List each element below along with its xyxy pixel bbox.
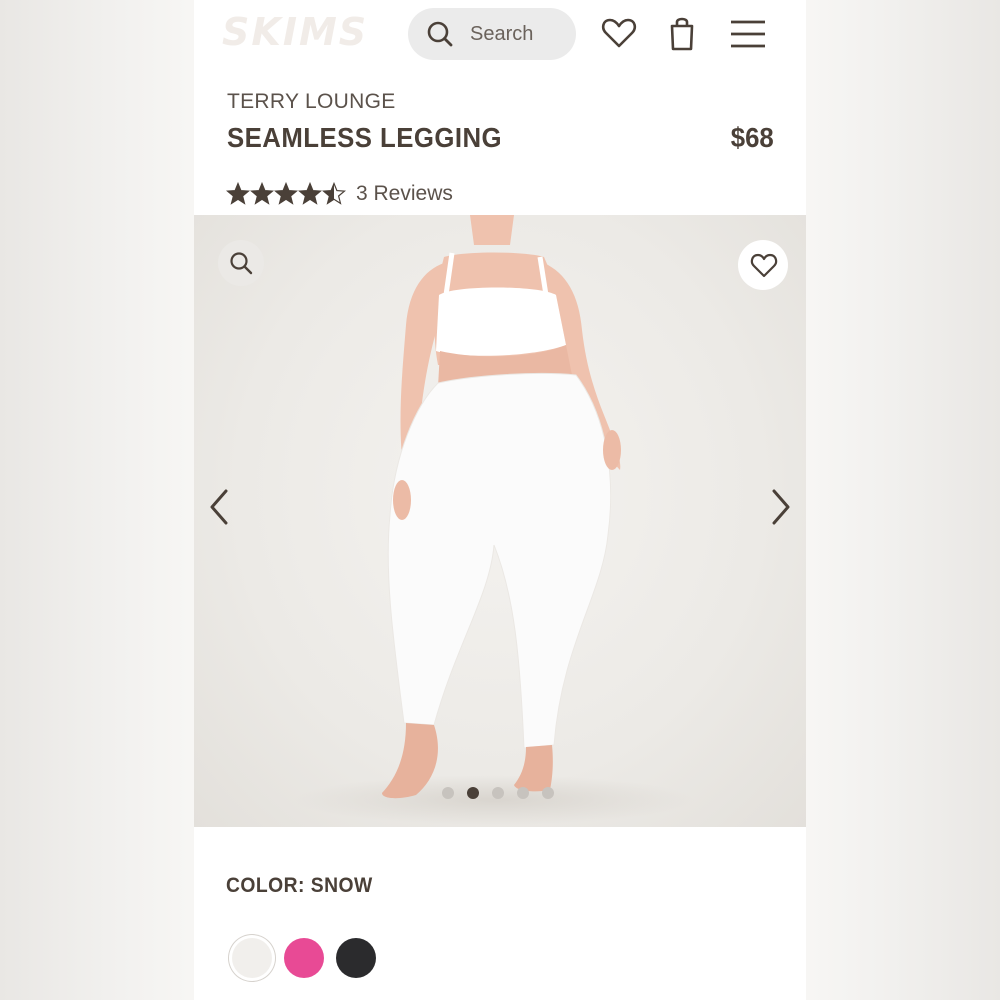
menu-button[interactable] <box>728 14 768 54</box>
product-title: SEAMLESS LEGGING <box>227 122 503 153</box>
previous-image-button[interactable] <box>202 485 238 529</box>
reviews-link[interactable]: 3 Reviews <box>356 182 453 206</box>
zoom-button[interactable] <box>218 240 264 286</box>
carousel-dot[interactable] <box>542 787 554 799</box>
chevron-right-icon <box>772 489 790 525</box>
collection-name[interactable]: TERRY LOUNGE <box>227 90 396 114</box>
star-icon <box>298 182 322 205</box>
heart-icon <box>750 253 778 278</box>
carousel-dot[interactable] <box>467 787 479 799</box>
menu-icon <box>731 20 765 48</box>
search-bar[interactable]: Search <box>408 8 576 60</box>
product-image-gallery[interactable] <box>194 215 806 827</box>
product-price: $68 <box>731 122 774 153</box>
search-placeholder: Search <box>470 23 534 45</box>
carousel-dot[interactable] <box>442 787 454 799</box>
color-swatch-pink[interactable] <box>284 938 324 978</box>
product-page: SKIMS Search TERRY LOUNGE SEAMLESS LEGGI… <box>194 0 806 1000</box>
carousel-indicator <box>442 787 562 801</box>
color-swatch-black[interactable] <box>336 938 376 978</box>
color-label: COLOR: SNOW <box>226 874 373 897</box>
star-icon <box>274 182 298 205</box>
color-swatch-snow[interactable] <box>232 938 272 978</box>
cart-button[interactable] <box>664 14 704 54</box>
shopping-bag-icon <box>670 17 694 51</box>
search-icon <box>427 21 453 47</box>
heart-icon <box>601 18 637 48</box>
carousel-dot[interactable] <box>492 787 504 799</box>
star-icon <box>226 182 250 205</box>
image-wishlist-button[interactable] <box>738 240 788 290</box>
wishlist-button[interactable] <box>600 14 640 54</box>
next-image-button[interactable] <box>762 485 798 529</box>
brand-logo[interactable]: SKIMS <box>222 10 368 54</box>
site-header: SKIMS Search <box>194 0 806 70</box>
zoom-icon <box>230 252 253 275</box>
product-photo <box>294 215 694 825</box>
chevron-left-icon <box>210 489 228 525</box>
carousel-dot[interactable] <box>517 787 529 799</box>
star-icon <box>322 182 346 205</box>
star-icon <box>250 182 274 205</box>
star-rating <box>226 182 346 206</box>
